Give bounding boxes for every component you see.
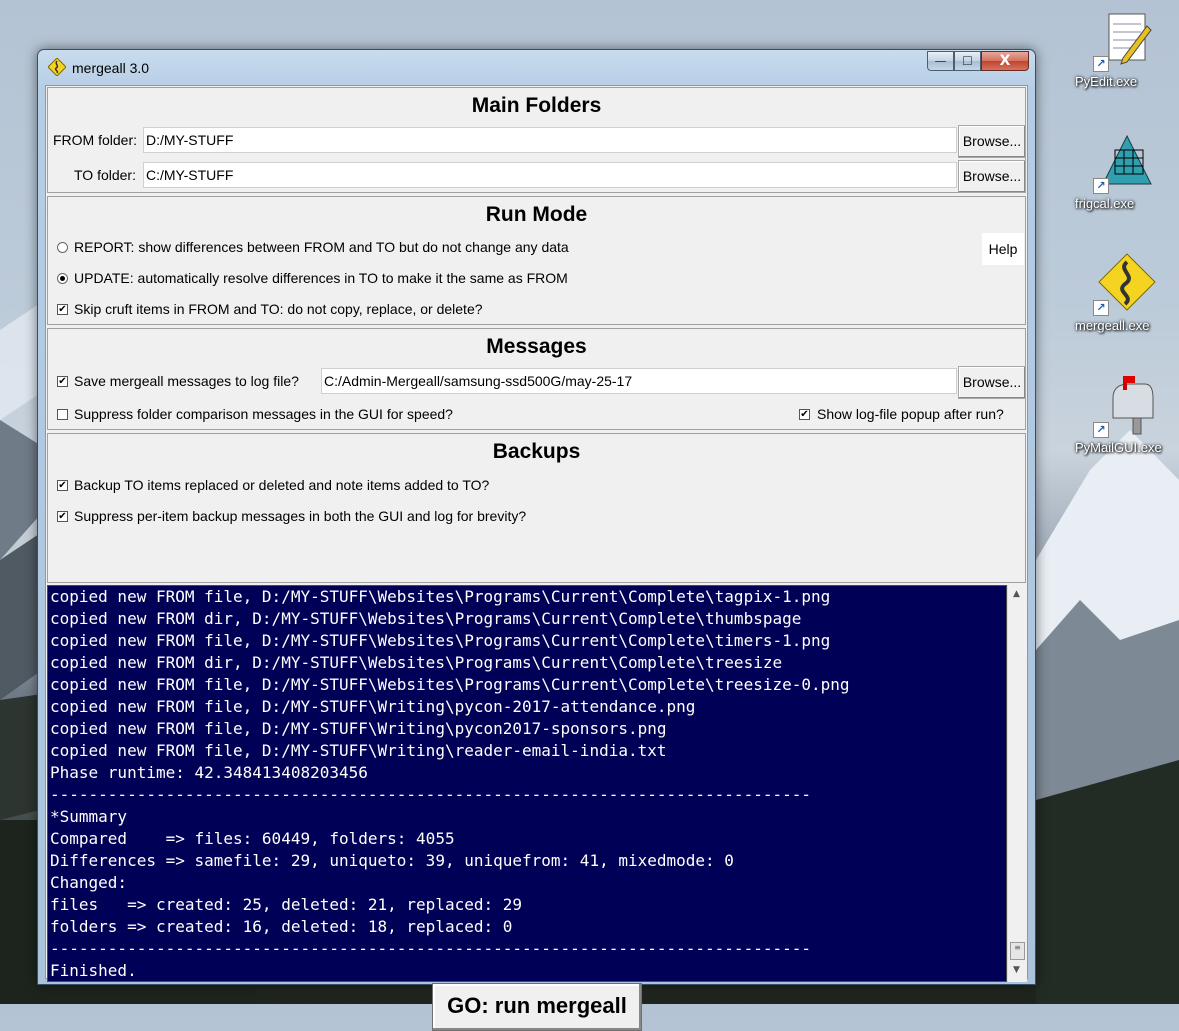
maximize-button[interactable]: ☐ [954, 51, 981, 71]
to-folder-label: TO folder: [74, 167, 136, 183]
go-run-button[interactable]: GO: run mergeall [432, 983, 642, 1031]
section-title: Main Folders [471, 94, 602, 117]
log-line: Phase runtime: 42.348413408203456 [50, 763, 368, 782]
scrollbar-thumb[interactable]: ≡ [1010, 942, 1025, 960]
report-radio-label: REPORT: show differences between FROM an… [74, 239, 569, 255]
desktop-icon-mergeall[interactable]: ↗ mergeall.exe [1075, 252, 1175, 333]
desktop-icon-label: PyMailGUI.exe [1075, 440, 1162, 455]
section-title: Run Mode [485, 203, 588, 226]
log-line: Compared => files: 60449, folders: 4055 [50, 829, 455, 848]
window-client-area: Main Folders FROM folder: D:/MY-STUFF Br… [45, 85, 1028, 1031]
desktop-icon-label: PyEdit.exe [1075, 74, 1138, 89]
shortcut-arrow-icon: ↗ [1093, 56, 1109, 72]
log-line: copied new FROM dir, D:/MY-STUFF\Website… [50, 609, 802, 628]
mailbox-icon: ↗ [1093, 374, 1157, 438]
to-browse-button[interactable]: Browse... [958, 160, 1026, 193]
save-log-checkbox[interactable]: ✔ [57, 376, 68, 387]
python-diamond-icon: ↗ [1093, 252, 1157, 316]
update-radio-label: UPDATE: automatically resolve difference… [74, 270, 568, 286]
section-title: Backups [492, 440, 581, 463]
log-line: Changed: [50, 873, 128, 892]
log-browse-button[interactable]: Browse... [958, 366, 1026, 399]
shortcut-arrow-icon: ↗ [1093, 178, 1109, 194]
log-line: copied new FROM file, D:/MY-STUFF\Writin… [50, 697, 696, 716]
from-folder-label: FROM folder: [53, 132, 138, 148]
scroll-down-icon[interactable]: ▼ [1013, 965, 1020, 975]
suppress-backup-checkbox[interactable]: ✔ [57, 511, 68, 522]
log-line: Finished. [50, 961, 137, 980]
section-title: Messages [486, 335, 587, 358]
desktop-icon-label: frigcal.exe [1075, 196, 1135, 211]
suppress-backup-label: Suppress per-item backup messages in bot… [74, 508, 527, 524]
log-line: folders => created: 16, deleted: 18, rep… [50, 917, 513, 936]
desktop-icon-frigcal[interactable]: ↗ frigcal.exe [1075, 130, 1175, 211]
title-bar[interactable]: mergeall 3.0 — ☐ X [38, 50, 1035, 86]
log-output[interactable]: copied new FROM file, D:/MY-STUFF\Websit… [47, 585, 1007, 982]
save-log-label: Save mergeall messages to log file? [74, 373, 299, 389]
log-line: ----------------------------------------… [50, 785, 811, 804]
log-path-input[interactable]: C:/Admin-Mergeall/samsung-ssd500G/may-25… [321, 368, 957, 394]
report-radio[interactable] [57, 242, 68, 253]
skip-cruft-label: Skip cruft items in FROM and TO: do not … [74, 301, 483, 317]
to-folder-input[interactable]: C:/MY-STUFF [143, 162, 957, 188]
mergeall-window: mergeall 3.0 — ☐ X Main Folders FROM fol… [37, 49, 1036, 1031]
log-line: copied new FROM file, D:/MY-STUFF\Websit… [50, 587, 831, 606]
from-browse-button[interactable]: Browse... [958, 125, 1026, 158]
suppress-messages-checkbox[interactable] [57, 409, 68, 420]
update-radio[interactable] [57, 273, 68, 284]
log-line: *Summary [50, 807, 128, 826]
backup-checkbox[interactable]: ✔ [57, 480, 68, 491]
log-line: Differences => samefile: 29, uniqueto: 3… [50, 851, 734, 870]
window-title: mergeall 3.0 [72, 60, 150, 76]
suppress-messages-label: Suppress folder comparison messages in t… [74, 406, 453, 422]
skip-cruft-checkbox[interactable]: ✔ [57, 304, 68, 315]
log-scrollbar[interactable]: ▲ ≡ ▼ [1007, 585, 1027, 982]
log-popup-checkbox[interactable]: ✔ [799, 409, 810, 420]
messages-section: Messages ✔ Save mergeall messages to log… [47, 328, 1026, 430]
help-button[interactable]: Help [982, 233, 1024, 265]
python-diamond-icon [48, 58, 66, 76]
run-mode-section: Run Mode REPORT: show differences betwee… [47, 196, 1026, 325]
from-folder-input[interactable]: D:/MY-STUFF [143, 127, 957, 153]
log-line: copied new FROM file, D:/MY-STUFF\Writin… [50, 741, 667, 760]
desktop-icon-label: mergeall.exe [1075, 318, 1150, 333]
scroll-up-icon[interactable]: ▲ [1013, 589, 1020, 599]
backups-section: Backups ✔ Backup TO items replaced or de… [47, 433, 1026, 583]
calendar-icon: ↗ [1093, 130, 1157, 194]
log-line: ----------------------------------------… [50, 939, 811, 958]
log-line: files => created: 25, deleted: 21, repla… [50, 895, 523, 914]
log-line: copied new FROM dir, D:/MY-STUFF\Website… [50, 653, 783, 672]
close-button[interactable]: X [981, 51, 1029, 71]
log-line: copied new FROM file, D:/MY-STUFF\Writin… [50, 719, 667, 738]
shortcut-arrow-icon: ↗ [1093, 300, 1109, 316]
desktop-icon-pymailgui[interactable]: ↗ PyMailGUI.exe [1075, 374, 1175, 455]
backup-label: Backup TO items replaced or deleted and … [74, 477, 490, 493]
log-popup-label: Show log-file popup after run? [817, 406, 1004, 422]
minimize-button[interactable]: — [927, 51, 954, 71]
desktop-icon-pyedit[interactable]: ↗ PyEdit.exe [1075, 8, 1175, 89]
main-folders-section: Main Folders FROM folder: D:/MY-STUFF Br… [47, 87, 1026, 193]
shortcut-arrow-icon: ↗ [1093, 422, 1109, 438]
notepad-icon: ↗ [1093, 8, 1157, 72]
log-line: copied new FROM file, D:/MY-STUFF\Websit… [50, 631, 831, 650]
log-line: copied new FROM file, D:/MY-STUFF\Websit… [50, 675, 850, 694]
